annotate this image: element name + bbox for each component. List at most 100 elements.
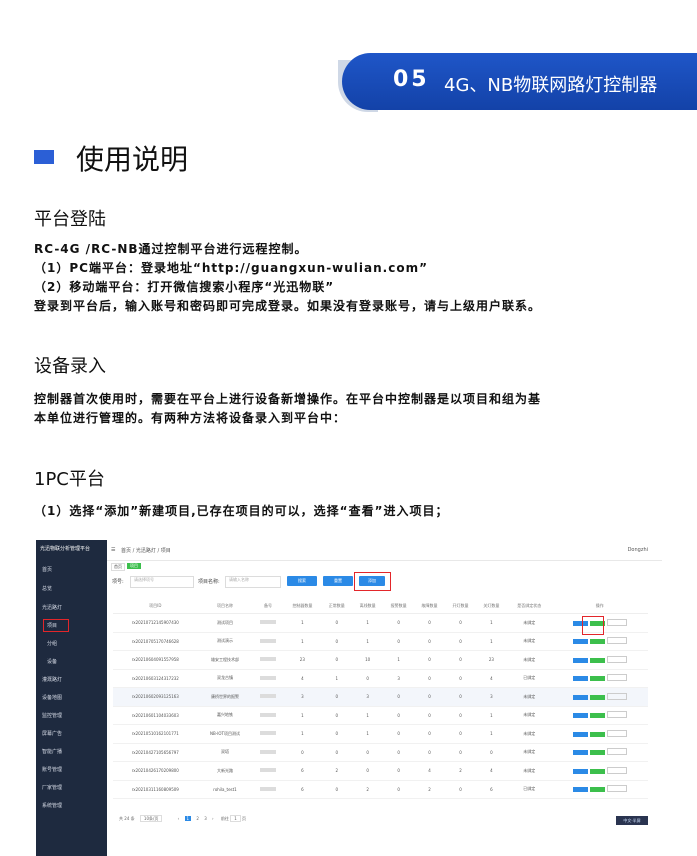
- column-header: 离线数量: [352, 599, 384, 614]
- goto-input[interactable]: 1: [230, 815, 241, 822]
- table-cell: 测试演示: [197, 632, 253, 651]
- more-button[interactable]: [606, 766, 627, 774]
- edit-button[interactable]: [589, 768, 605, 774]
- project-table: 项目ID 项目名称 备号 控制器数量 正常数量 离线数量 报警数量 故障数量 开…: [113, 599, 648, 799]
- table-cell: 0: [414, 650, 445, 670]
- sidebar-item[interactable]: 设备: [47, 658, 57, 665]
- chapter-number: 05: [393, 67, 430, 92]
- more-button[interactable]: [606, 785, 627, 793]
- table-cell: 0: [445, 669, 476, 688]
- view-button[interactable]: [572, 731, 588, 737]
- view-button[interactable]: [572, 639, 588, 645]
- view-button[interactable]: [572, 694, 588, 700]
- page-2[interactable]: 2: [196, 816, 199, 821]
- table-cell: 0: [321, 724, 353, 744]
- view-button[interactable]: [572, 768, 588, 774]
- sidebar-item[interactable]: 账号管理: [42, 766, 62, 773]
- table-cell: NB-IOT项目测试: [197, 724, 253, 744]
- table-cell: 0: [321, 743, 353, 762]
- table-cell: 0: [321, 632, 353, 651]
- more-button[interactable]: [606, 674, 627, 682]
- login-line-2: （1）PC端平台：登录地址“http://guangxun-wulian.com…: [34, 261, 428, 275]
- menu-icon[interactable]: ☰: [111, 547, 115, 553]
- sidebar-item[interactable]: 灌溉路灯: [42, 676, 62, 683]
- table-cell: 1: [475, 613, 507, 633]
- table-cell: 0: [445, 650, 476, 670]
- next-page-icon[interactable]: ›: [212, 816, 214, 821]
- view-button[interactable]: [572, 676, 588, 682]
- tab-project[interactable]: 项目: [127, 563, 141, 569]
- table-cell: 未绑定: [506, 632, 552, 651]
- row-actions: [551, 761, 648, 781]
- table-cell: 4: [283, 669, 322, 688]
- table-cell: 1: [283, 706, 322, 725]
- table-cell: 0: [321, 687, 353, 707]
- table-cell: 1: [321, 669, 353, 688]
- platform-screenshot: 光迅物联分析管理平台 首页 总览 光迅路灯 项目 分组 设备 灌溉路灯 设备地图…: [36, 540, 662, 856]
- sidebar-item[interactable]: 监控管理: [42, 712, 62, 719]
- table-cell: rx20210311160809509: [113, 780, 198, 799]
- table-cell: 未绑定: [506, 706, 552, 725]
- table-cell: [252, 632, 284, 651]
- project-name-input[interactable]: 请输入名称: [225, 576, 281, 588]
- table-row: rx20210705170746628 测试演示 1 0 1 0 0 0 1 未绑定: [113, 632, 648, 651]
- table-cell: 2: [352, 780, 384, 799]
- table-cell: 0: [445, 706, 476, 725]
- sidebar-item[interactable]: 屏幕广告: [42, 730, 62, 737]
- more-button[interactable]: [606, 748, 627, 756]
- more-button[interactable]: [606, 711, 627, 719]
- table-cell: 未绑定: [506, 761, 552, 781]
- highlight-box: [43, 619, 69, 632]
- table-header: 项目ID 项目名称 备号 控制器数量 正常数量 离线数量 报警数量 故障数量 开…: [113, 599, 648, 614]
- table-cell: [252, 724, 284, 744]
- sidebar-item[interactable]: 分组: [47, 640, 57, 647]
- reset-button[interactable]: 重置: [323, 576, 353, 586]
- more-button[interactable]: [606, 637, 627, 645]
- sidebar-item[interactable]: 厂家管理: [42, 784, 62, 791]
- table-cell: 0: [283, 743, 322, 762]
- goto-label: 前往: [220, 816, 229, 821]
- table-cell: 0: [383, 613, 415, 633]
- edit-button[interactable]: [589, 750, 605, 756]
- sidebar-item[interactable]: 智能广播: [42, 748, 62, 755]
- table-cell: 0: [414, 632, 445, 651]
- search-button[interactable]: 搜索: [287, 576, 317, 586]
- breadcrumb: 首页 / 光迅路灯 / 项目: [121, 548, 171, 554]
- tab-home[interactable]: 首页: [111, 563, 125, 571]
- sidebar-item[interactable]: 总览: [42, 585, 52, 592]
- table-cell: rx20210426170209800: [113, 761, 198, 781]
- sidebar-item[interactable]: 系统管理: [42, 802, 62, 809]
- more-button[interactable]: [606, 729, 627, 737]
- more-button[interactable]: [606, 692, 627, 700]
- table-cell: 0: [383, 687, 415, 707]
- table-cell: [252, 687, 284, 707]
- table-cell: 0: [414, 687, 445, 707]
- page-1[interactable]: 1: [184, 816, 192, 821]
- table-cell: 1: [283, 724, 322, 744]
- edit-button[interactable]: [589, 731, 605, 737]
- page-3[interactable]: 3: [204, 816, 207, 821]
- project-number-select[interactable]: 请选择项号: [130, 576, 194, 588]
- user-name[interactable]: Dongzhi: [628, 547, 648, 553]
- prev-page-icon[interactable]: ‹: [178, 816, 180, 821]
- edit-button[interactable]: [589, 694, 605, 700]
- edit-button[interactable]: [589, 639, 605, 645]
- view-button[interactable]: [572, 657, 588, 663]
- edit-button[interactable]: [589, 676, 605, 682]
- table-cell: 0: [321, 613, 353, 633]
- page-size-select[interactable]: 10条/页: [139, 815, 163, 822]
- view-button[interactable]: [572, 787, 588, 793]
- sidebar-item[interactable]: 光迅路灯: [42, 604, 62, 611]
- view-button[interactable]: [572, 750, 588, 756]
- edit-button[interactable]: [589, 787, 605, 793]
- edit-button[interactable]: [589, 713, 605, 719]
- more-button[interactable]: [606, 655, 627, 663]
- edit-button[interactable]: [589, 657, 605, 663]
- table-cell: [252, 669, 284, 688]
- view-button[interactable]: [572, 713, 588, 719]
- topbar: ☰ 首页 / 光迅路灯 / 项目 Dongzhi: [107, 540, 662, 561]
- sidebar-item[interactable]: 设备地图: [42, 694, 62, 701]
- table-cell: 雄安工程技术部: [197, 650, 253, 670]
- sidebar-item[interactable]: 首页: [42, 566, 52, 573]
- more-button[interactable]: [606, 618, 627, 626]
